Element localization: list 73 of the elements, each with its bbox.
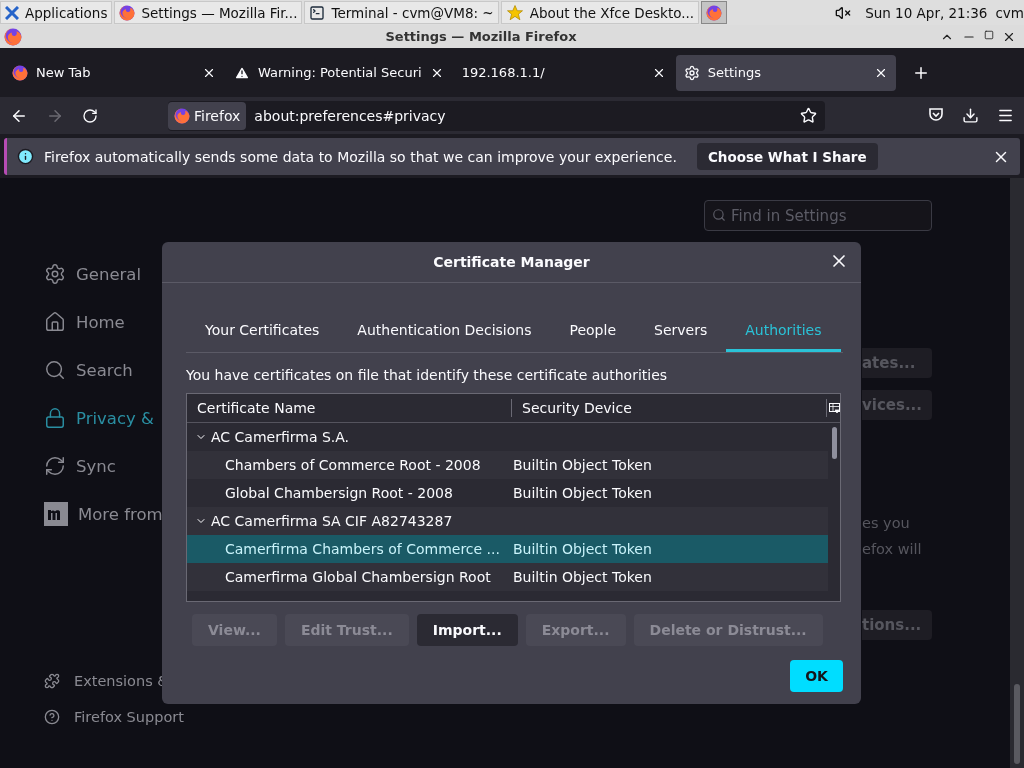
help-icon: [44, 709, 60, 725]
column-picker-icon[interactable]: [829, 402, 840, 414]
firefox-logo-icon: [12, 64, 28, 81]
browser-tab[interactable]: New Tab: [4, 54, 224, 91]
puzzle-icon: [44, 673, 60, 689]
certificate-row[interactable]: Camerfirma Global Chambersign Root Builtin Object Token: [187, 563, 828, 591]
terminal-icon: [309, 4, 326, 21]
user-name: cvm: [995, 4, 1024, 21]
settings-text: es you: [862, 514, 911, 533]
menu-icon[interactable]: [997, 107, 1014, 124]
address-field[interactable]: Firefox about:preferences#privacy: [168, 100, 825, 131]
m-logo-icon: [44, 502, 68, 526]
sidebar-item[interactable]: Privacy &: [44, 398, 154, 438]
sidebar-item[interactable]: Home: [44, 302, 125, 342]
window-title: Settings — Mozilla Firefox: [384, 29, 578, 44]
settings-icon: [44, 263, 66, 285]
browser-tab[interactable]: Settings: [675, 54, 896, 91]
sidebar-item[interactable]: Sync: [44, 446, 116, 486]
bookmark-star-icon[interactable]: [800, 107, 817, 124]
dialog-tab[interactable]: Authentication Decisions: [338, 307, 551, 352]
pocket-icon[interactable]: [928, 107, 944, 123]
taskbar-button[interactable]: [701, 1, 728, 24]
group-name: AC Camerfirma SA CIF A82743287: [211, 513, 453, 529]
dialog-button[interactable]: Import...: [416, 614, 518, 646]
taskbar-button[interactable]: Settings — Mozilla Fir...: [114, 1, 303, 24]
browser-tab[interactable]: Warning: Potential Securi: [226, 54, 452, 91]
scrollbar[interactable]: [1010, 178, 1024, 768]
column-header[interactable]: Security Device: [512, 399, 827, 417]
dialog-tab[interactable]: Authorities: [726, 307, 841, 352]
firefox-logo-icon: [119, 4, 136, 21]
settings-text: efox will: [862, 540, 923, 559]
xfce-logo-icon: [5, 5, 19, 20]
identity-chip[interactable]: Firefox: [168, 101, 247, 130]
dialog-tab[interactable]: Servers: [635, 307, 727, 352]
notification-text: Firefox automatically sends some data to Mozilla so that we can improve your experience.: [44, 148, 677, 165]
dialog-title: Certificate Manager: [433, 254, 590, 270]
dialog-tab[interactable]: People: [550, 307, 635, 352]
sync-icon: [44, 455, 66, 477]
sidebar-item[interactable]: More from: [44, 494, 163, 534]
sidebar-link[interactable]: Firefox Support: [44, 706, 184, 728]
group-name: AC Camerfirma S.A.: [211, 429, 350, 445]
taskbar-button[interactable]: About the Xfce Deskto...: [500, 1, 700, 24]
firefox-logo-icon: [174, 107, 190, 124]
choose-what-i-share-button[interactable]: Choose What I Share: [696, 143, 878, 170]
ok-button[interactable]: OK: [790, 660, 843, 692]
restore-icon[interactable]: [984, 29, 994, 40]
certificate-row[interactable]: Camerfirma Chambers of Commerce ... Builtin Object Token: [187, 535, 828, 563]
taskbar-button[interactable]: Terminal - cvm@VM8: ~: [304, 1, 499, 24]
firefox-logo-icon: [4, 27, 22, 46]
sidebar-item[interactable]: General: [44, 254, 142, 294]
clock: Sun 10 Apr, 21:36: [865, 4, 988, 21]
tree-row[interactable]: AC Camerfirma SA CIF A82743287: [187, 507, 828, 535]
info-icon: [17, 148, 34, 165]
column-header[interactable]: Certificate Name: [187, 399, 512, 417]
lock-icon: [44, 407, 66, 429]
firefox-logo-icon: [706, 4, 723, 21]
description-text: You have certificates on file that identify these certificate authorities: [186, 367, 669, 383]
browser-tab[interactable]: 192.168.1.1/: [453, 54, 674, 91]
certificate-row[interactable]: Chambers of Commerce Root - 2008 Builtin Object Token: [187, 451, 828, 479]
settings-icon: [683, 64, 700, 81]
search-field[interactable]: Find in Settings: [704, 200, 932, 231]
home-icon: [44, 311, 66, 333]
star-icon: [505, 3, 524, 22]
reload-icon[interactable]: [82, 107, 98, 124]
download-icon[interactable]: [962, 107, 979, 124]
search-icon: [44, 359, 66, 381]
dialog-tab[interactable]: Your Certificates: [186, 307, 339, 352]
warning-icon: [234, 64, 250, 81]
applications-menu[interactable]: Applications: [0, 1, 113, 24]
sidebar-item[interactable]: Search: [44, 350, 133, 390]
search-icon: [712, 208, 726, 222]
url-text: about:preferences#privacy: [254, 107, 447, 124]
volume-muted-icon[interactable]: [835, 4, 852, 21]
